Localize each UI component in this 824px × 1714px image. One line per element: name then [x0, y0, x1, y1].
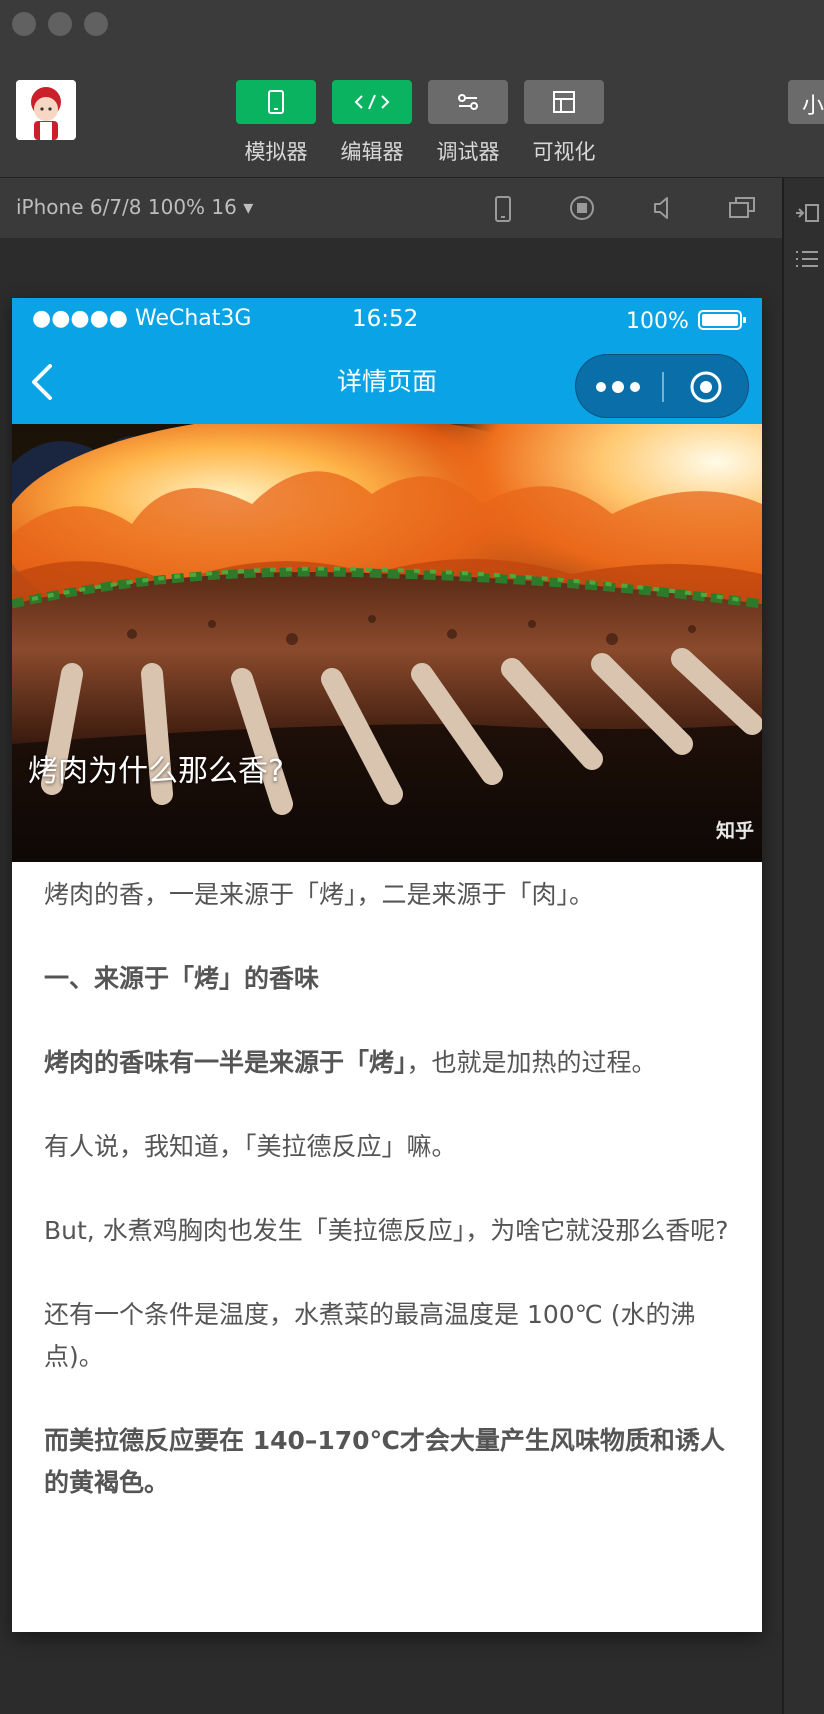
grilled-ribs-image	[12, 424, 762, 862]
debugger-tool[interactable]: 调试器	[428, 80, 508, 166]
more-dots-icon[interactable]	[594, 377, 644, 397]
section-heading: 一、来源于「烤」的香味	[44, 964, 320, 993]
carrier-label: ●●●●● WeChat3G	[32, 306, 252, 331]
paragraph-maillard: 有人说，我知道，「美拉德反应」嘛。	[44, 1132, 457, 1161]
paragraph-temperature: 还有一个条件是温度，水煮菜的最高温度是 100℃ (水的沸点)。	[44, 1300, 696, 1371]
zhihu-watermark: 知乎	[716, 820, 755, 842]
volume-icon[interactable]	[646, 192, 678, 224]
simulator-tool[interactable]: 模拟器	[236, 80, 316, 166]
stop-record-icon[interactable]	[566, 192, 598, 224]
status-time: 16:52	[352, 306, 419, 332]
paragraph-grill-source: 烤肉的香味有一半是来源于「烤」，也就是加热的过程。	[44, 1042, 734, 1084]
visualize-tool[interactable]: 可视化	[524, 80, 604, 166]
layout-icon	[553, 91, 575, 113]
status-bar: ●●●●● WeChat3G 16:52 100%	[12, 298, 762, 340]
list-icon[interactable]	[792, 244, 822, 274]
visualize-button[interactable]	[524, 80, 604, 124]
hero-title: 烤肉为什么那么香?	[28, 754, 284, 789]
close-window-button[interactable]	[12, 12, 36, 36]
visualize-label: 可视化	[532, 140, 596, 164]
paragraph-grill-source-rest: ，也就是加热的过程。	[406, 1048, 657, 1077]
detach-window-icon[interactable]	[726, 192, 758, 224]
simulator-label: 模拟器	[244, 140, 308, 164]
debug-icon	[458, 94, 478, 110]
debugger-button[interactable]	[428, 80, 508, 124]
paragraph-maillard-temp: 而美拉德反应要在 140–170℃才会大量产生风味物质和诱人的黄褐色。	[44, 1426, 725, 1497]
editor-tool[interactable]: 编辑器	[332, 80, 412, 166]
main-toolbar: 模拟器 编辑器 调试器 可视化 小	[0, 54, 824, 178]
minimize-window-button[interactable]	[48, 12, 72, 36]
device-selector[interactable]: iPhone 6/7/8 100% 16 ▾	[16, 195, 253, 219]
nav-bar: 详情页面	[12, 340, 762, 424]
capsule-menu	[575, 354, 749, 418]
phone-icon	[268, 90, 284, 114]
simulator-button[interactable]	[236, 80, 316, 124]
paragraph-grill-source-bold: 烤肉的香味有一半是来源于「烤」	[44, 1048, 407, 1077]
editor-label: 编辑器	[340, 140, 404, 164]
capsule-divider	[662, 372, 664, 402]
battery-percent: 100%	[626, 309, 689, 334]
code-icon	[354, 94, 390, 110]
window-titlebar	[0, 0, 824, 54]
mini-program-button[interactable]: 小	[788, 80, 824, 124]
article-body: 烤肉的香，一是来源于「烤」，二是来源于「肉」。 一、来源于「烤」的香味 烤肉的香…	[44, 874, 734, 1546]
debugger-label: 调试器	[436, 140, 500, 164]
battery-icon	[698, 310, 746, 330]
side-panel	[782, 178, 824, 1714]
editor-button[interactable]	[332, 80, 412, 124]
close-miniprogram-icon[interactable]	[688, 369, 724, 405]
paragraph-boiled-chicken: But, 水煮鸡胸肉也发生「美拉德反应」，为啥它就没那么香呢?	[44, 1216, 729, 1245]
avatar-image	[16, 80, 76, 140]
rotate-device-icon[interactable]	[486, 192, 518, 224]
collapse-panel-icon[interactable]	[792, 198, 822, 228]
paragraph-intro: 烤肉的香，一是来源于「烤」，二是来源于「肉」。	[44, 880, 595, 909]
zoom-window-button[interactable]	[84, 12, 108, 36]
user-avatar[interactable]	[16, 80, 76, 140]
device-toolbar: iPhone 6/7/8 100% 16 ▾	[0, 178, 782, 238]
phone-simulator: ●●●●● WeChat3G 16:52 100% 详情页面 烤肉为什么那么香?…	[12, 298, 762, 1632]
hero-image: 烤肉为什么那么香? 知乎	[12, 424, 762, 862]
